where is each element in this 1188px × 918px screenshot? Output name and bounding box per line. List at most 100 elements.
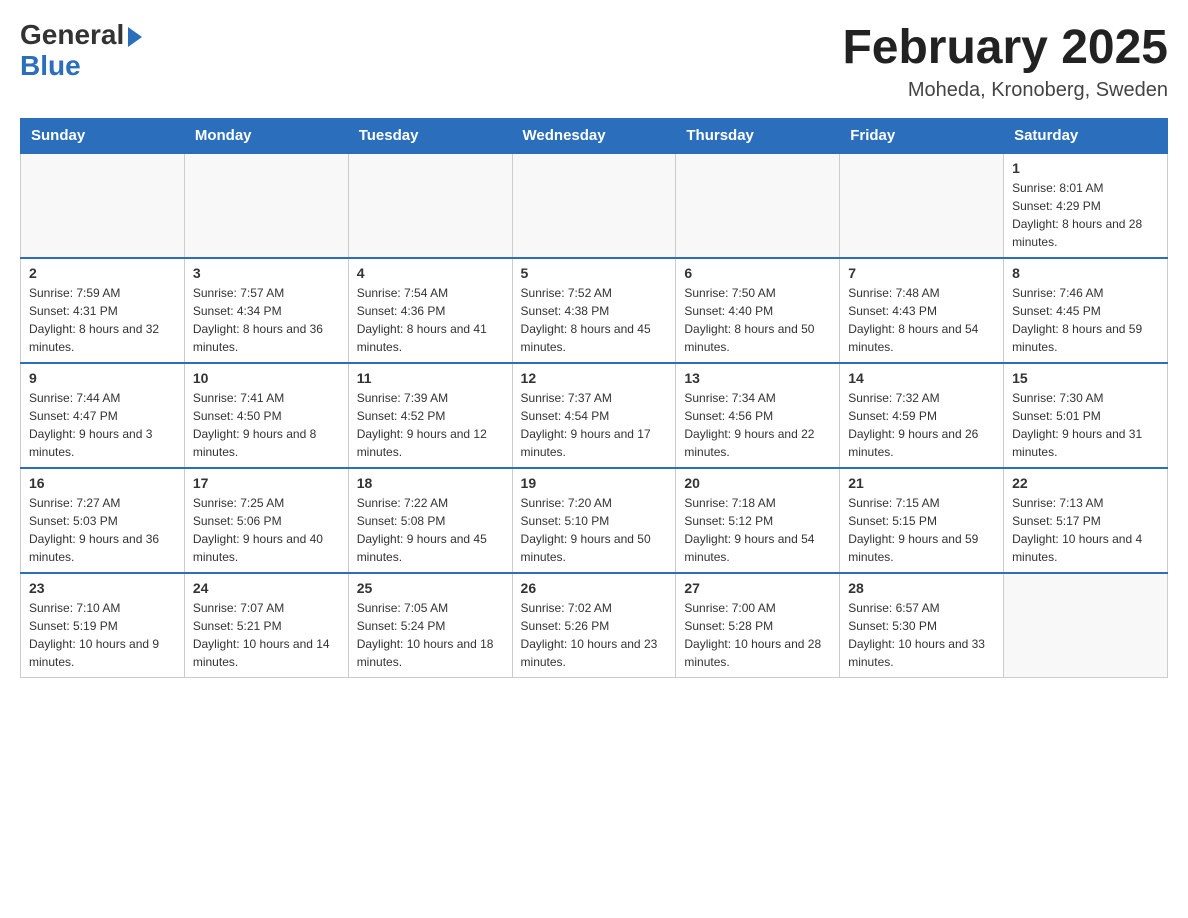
day-number: 3 bbox=[193, 265, 340, 281]
table-row: 4 Sunrise: 7:54 AMSunset: 4:36 PMDaylight… bbox=[348, 258, 512, 363]
day-info: Sunrise: 7:05 AMSunset: 5:24 PMDaylight:… bbox=[357, 599, 504, 671]
day-number: 25 bbox=[357, 580, 504, 596]
day-number: 5 bbox=[521, 265, 668, 281]
location: Moheda, Kronoberg, Sweden bbox=[842, 79, 1168, 102]
table-row: 5 Sunrise: 7:52 AMSunset: 4:38 PMDaylight… bbox=[512, 258, 676, 363]
logo-blue-text: Blue bbox=[20, 51, 142, 82]
table-row: 3 Sunrise: 7:57 AMSunset: 4:34 PMDaylight… bbox=[184, 258, 348, 363]
table-row: 23 Sunrise: 7:10 AMSunset: 5:19 PMDayligh… bbox=[21, 573, 185, 678]
logo: General Blue bbox=[20, 20, 142, 82]
day-info: Sunrise: 7:48 AMSunset: 4:43 PMDaylight:… bbox=[848, 284, 995, 356]
day-number: 21 bbox=[848, 475, 995, 491]
day-number: 1 bbox=[1012, 160, 1159, 176]
table-row: 17 Sunrise: 7:25 AMSunset: 5:06 PMDayligh… bbox=[184, 468, 348, 573]
table-row: 24 Sunrise: 7:07 AMSunset: 5:21 PMDayligh… bbox=[184, 573, 348, 678]
table-row: 14 Sunrise: 7:32 AMSunset: 4:59 PMDayligh… bbox=[840, 363, 1004, 468]
logo-arrow-icon bbox=[128, 27, 142, 47]
col-wednesday: Wednesday bbox=[512, 119, 676, 154]
table-row: 7 Sunrise: 7:48 AMSunset: 4:43 PMDaylight… bbox=[840, 258, 1004, 363]
day-number: 20 bbox=[684, 475, 831, 491]
day-number: 17 bbox=[193, 475, 340, 491]
day-number: 19 bbox=[521, 475, 668, 491]
day-number: 28 bbox=[848, 580, 995, 596]
day-info: Sunrise: 7:39 AMSunset: 4:52 PMDaylight:… bbox=[357, 389, 504, 461]
title-section: February 2025 Moheda, Kronoberg, Sweden bbox=[842, 20, 1168, 102]
day-info: Sunrise: 7:32 AMSunset: 4:59 PMDaylight:… bbox=[848, 389, 995, 461]
day-number: 9 bbox=[29, 370, 176, 386]
table-row: 26 Sunrise: 7:02 AMSunset: 5:26 PMDayligh… bbox=[512, 573, 676, 678]
day-info: Sunrise: 8:01 AMSunset: 4:29 PMDaylight:… bbox=[1012, 179, 1159, 251]
day-info: Sunrise: 7:46 AMSunset: 4:45 PMDaylight:… bbox=[1012, 284, 1159, 356]
table-row: 13 Sunrise: 7:34 AMSunset: 4:56 PMDayligh… bbox=[676, 363, 840, 468]
day-info: Sunrise: 7:54 AMSunset: 4:36 PMDaylight:… bbox=[357, 284, 504, 356]
day-info: Sunrise: 7:34 AMSunset: 4:56 PMDaylight:… bbox=[684, 389, 831, 461]
table-row: 9 Sunrise: 7:44 AMSunset: 4:47 PMDaylight… bbox=[21, 363, 185, 468]
calendar-week-row: 23 Sunrise: 7:10 AMSunset: 5:19 PMDayligh… bbox=[21, 573, 1168, 678]
day-number: 12 bbox=[521, 370, 668, 386]
table-row: 10Sunrise: 7:41 AMSunset: 4:50 PMDayligh… bbox=[184, 363, 348, 468]
table-row: 19 Sunrise: 7:20 AMSunset: 5:10 PMDayligh… bbox=[512, 468, 676, 573]
day-number: 26 bbox=[521, 580, 668, 596]
calendar-table: Sunday Monday Tuesday Wednesday Thursday… bbox=[20, 118, 1168, 678]
day-info: Sunrise: 7:44 AMSunset: 4:47 PMDaylight:… bbox=[29, 389, 176, 461]
day-info: Sunrise: 7:37 AMSunset: 4:54 PMDaylight:… bbox=[521, 389, 668, 461]
table-row: 15Sunrise: 7:30 AMSunset: 5:01 PMDayligh… bbox=[1004, 363, 1168, 468]
day-number: 14 bbox=[848, 370, 995, 386]
day-number: 4 bbox=[357, 265, 504, 281]
day-info: Sunrise: 7:41 AMSunset: 4:50 PMDaylight:… bbox=[193, 389, 340, 461]
day-number: 7 bbox=[848, 265, 995, 281]
day-info: Sunrise: 7:10 AMSunset: 5:19 PMDaylight:… bbox=[29, 599, 176, 671]
table-row: 27Sunrise: 7:00 AMSunset: 5:28 PMDayligh… bbox=[676, 573, 840, 678]
day-info: Sunrise: 7:59 AMSunset: 4:31 PMDaylight:… bbox=[29, 284, 176, 356]
table-row: 6Sunrise: 7:50 AMSunset: 4:40 PMDaylight… bbox=[676, 258, 840, 363]
page-header: General Blue February 2025 Moheda, Krono… bbox=[20, 20, 1168, 102]
col-monday: Monday bbox=[184, 119, 348, 154]
calendar-week-row: 16 Sunrise: 7:27 AMSunset: 5:03 PMDayligh… bbox=[21, 468, 1168, 573]
day-info: Sunrise: 7:07 AMSunset: 5:21 PMDaylight:… bbox=[193, 599, 340, 671]
table-row bbox=[1004, 573, 1168, 678]
day-number: 13 bbox=[684, 370, 831, 386]
col-thursday: Thursday bbox=[676, 119, 840, 154]
day-number: 27 bbox=[684, 580, 831, 596]
table-row: 11 Sunrise: 7:39 AMSunset: 4:52 PMDayligh… bbox=[348, 363, 512, 468]
day-info: Sunrise: 7:27 AMSunset: 5:03 PMDaylight:… bbox=[29, 494, 176, 566]
day-info: Sunrise: 7:22 AMSunset: 5:08 PMDaylight:… bbox=[357, 494, 504, 566]
day-info: Sunrise: 7:25 AMSunset: 5:06 PMDaylight:… bbox=[193, 494, 340, 566]
day-number: 16 bbox=[29, 475, 176, 491]
table-row: 18 Sunrise: 7:22 AMSunset: 5:08 PMDayligh… bbox=[348, 468, 512, 573]
day-info: Sunrise: 6:57 AMSunset: 5:30 PMDaylight:… bbox=[848, 599, 995, 671]
day-number: 11 bbox=[357, 370, 504, 386]
day-info: Sunrise: 7:13 AMSunset: 5:17 PMDaylight:… bbox=[1012, 494, 1159, 566]
day-info: Sunrise: 7:50 AMSunset: 4:40 PMDaylight:… bbox=[684, 284, 831, 356]
day-number: 24 bbox=[193, 580, 340, 596]
calendar-week-row: 2 Sunrise: 7:59 AMSunset: 4:31 PMDaylight… bbox=[21, 258, 1168, 363]
day-info: Sunrise: 7:20 AMSunset: 5:10 PMDaylight:… bbox=[521, 494, 668, 566]
table-row: 1 Sunrise: 8:01 AMSunset: 4:29 PMDaylight… bbox=[1004, 153, 1168, 258]
table-row: 21 Sunrise: 7:15 AMSunset: 5:15 PMDayligh… bbox=[840, 468, 1004, 573]
day-number: 8 bbox=[1012, 265, 1159, 281]
col-friday: Friday bbox=[840, 119, 1004, 154]
table-row bbox=[676, 153, 840, 258]
day-info: Sunrise: 7:30 AMSunset: 5:01 PMDaylight:… bbox=[1012, 389, 1159, 461]
table-row: 22 Sunrise: 7:13 AMSunset: 5:17 PMDayligh… bbox=[1004, 468, 1168, 573]
table-row: 28 Sunrise: 6:57 AMSunset: 5:30 PMDayligh… bbox=[840, 573, 1004, 678]
day-number: 2 bbox=[29, 265, 176, 281]
table-row bbox=[840, 153, 1004, 258]
day-info: Sunrise: 7:18 AMSunset: 5:12 PMDaylight:… bbox=[684, 494, 831, 566]
day-number: 18 bbox=[357, 475, 504, 491]
table-row bbox=[21, 153, 185, 258]
day-info: Sunrise: 7:57 AMSunset: 4:34 PMDaylight:… bbox=[193, 284, 340, 356]
col-tuesday: Tuesday bbox=[348, 119, 512, 154]
calendar-week-row: 1 Sunrise: 8:01 AMSunset: 4:29 PMDaylight… bbox=[21, 153, 1168, 258]
table-row bbox=[512, 153, 676, 258]
table-row: 12 Sunrise: 7:37 AMSunset: 4:54 PMDayligh… bbox=[512, 363, 676, 468]
table-row: 8 Sunrise: 7:46 AMSunset: 4:45 PMDaylight… bbox=[1004, 258, 1168, 363]
day-info: Sunrise: 7:15 AMSunset: 5:15 PMDaylight:… bbox=[848, 494, 995, 566]
day-number: 23 bbox=[29, 580, 176, 596]
table-row: 25 Sunrise: 7:05 AMSunset: 5:24 PMDayligh… bbox=[348, 573, 512, 678]
col-sunday: Sunday bbox=[21, 119, 185, 154]
day-info: Sunrise: 7:02 AMSunset: 5:26 PMDaylight:… bbox=[521, 599, 668, 671]
day-number: 22 bbox=[1012, 475, 1159, 491]
col-saturday: Saturday bbox=[1004, 119, 1168, 154]
day-info: Sunrise: 7:52 AMSunset: 4:38 PMDaylight:… bbox=[521, 284, 668, 356]
